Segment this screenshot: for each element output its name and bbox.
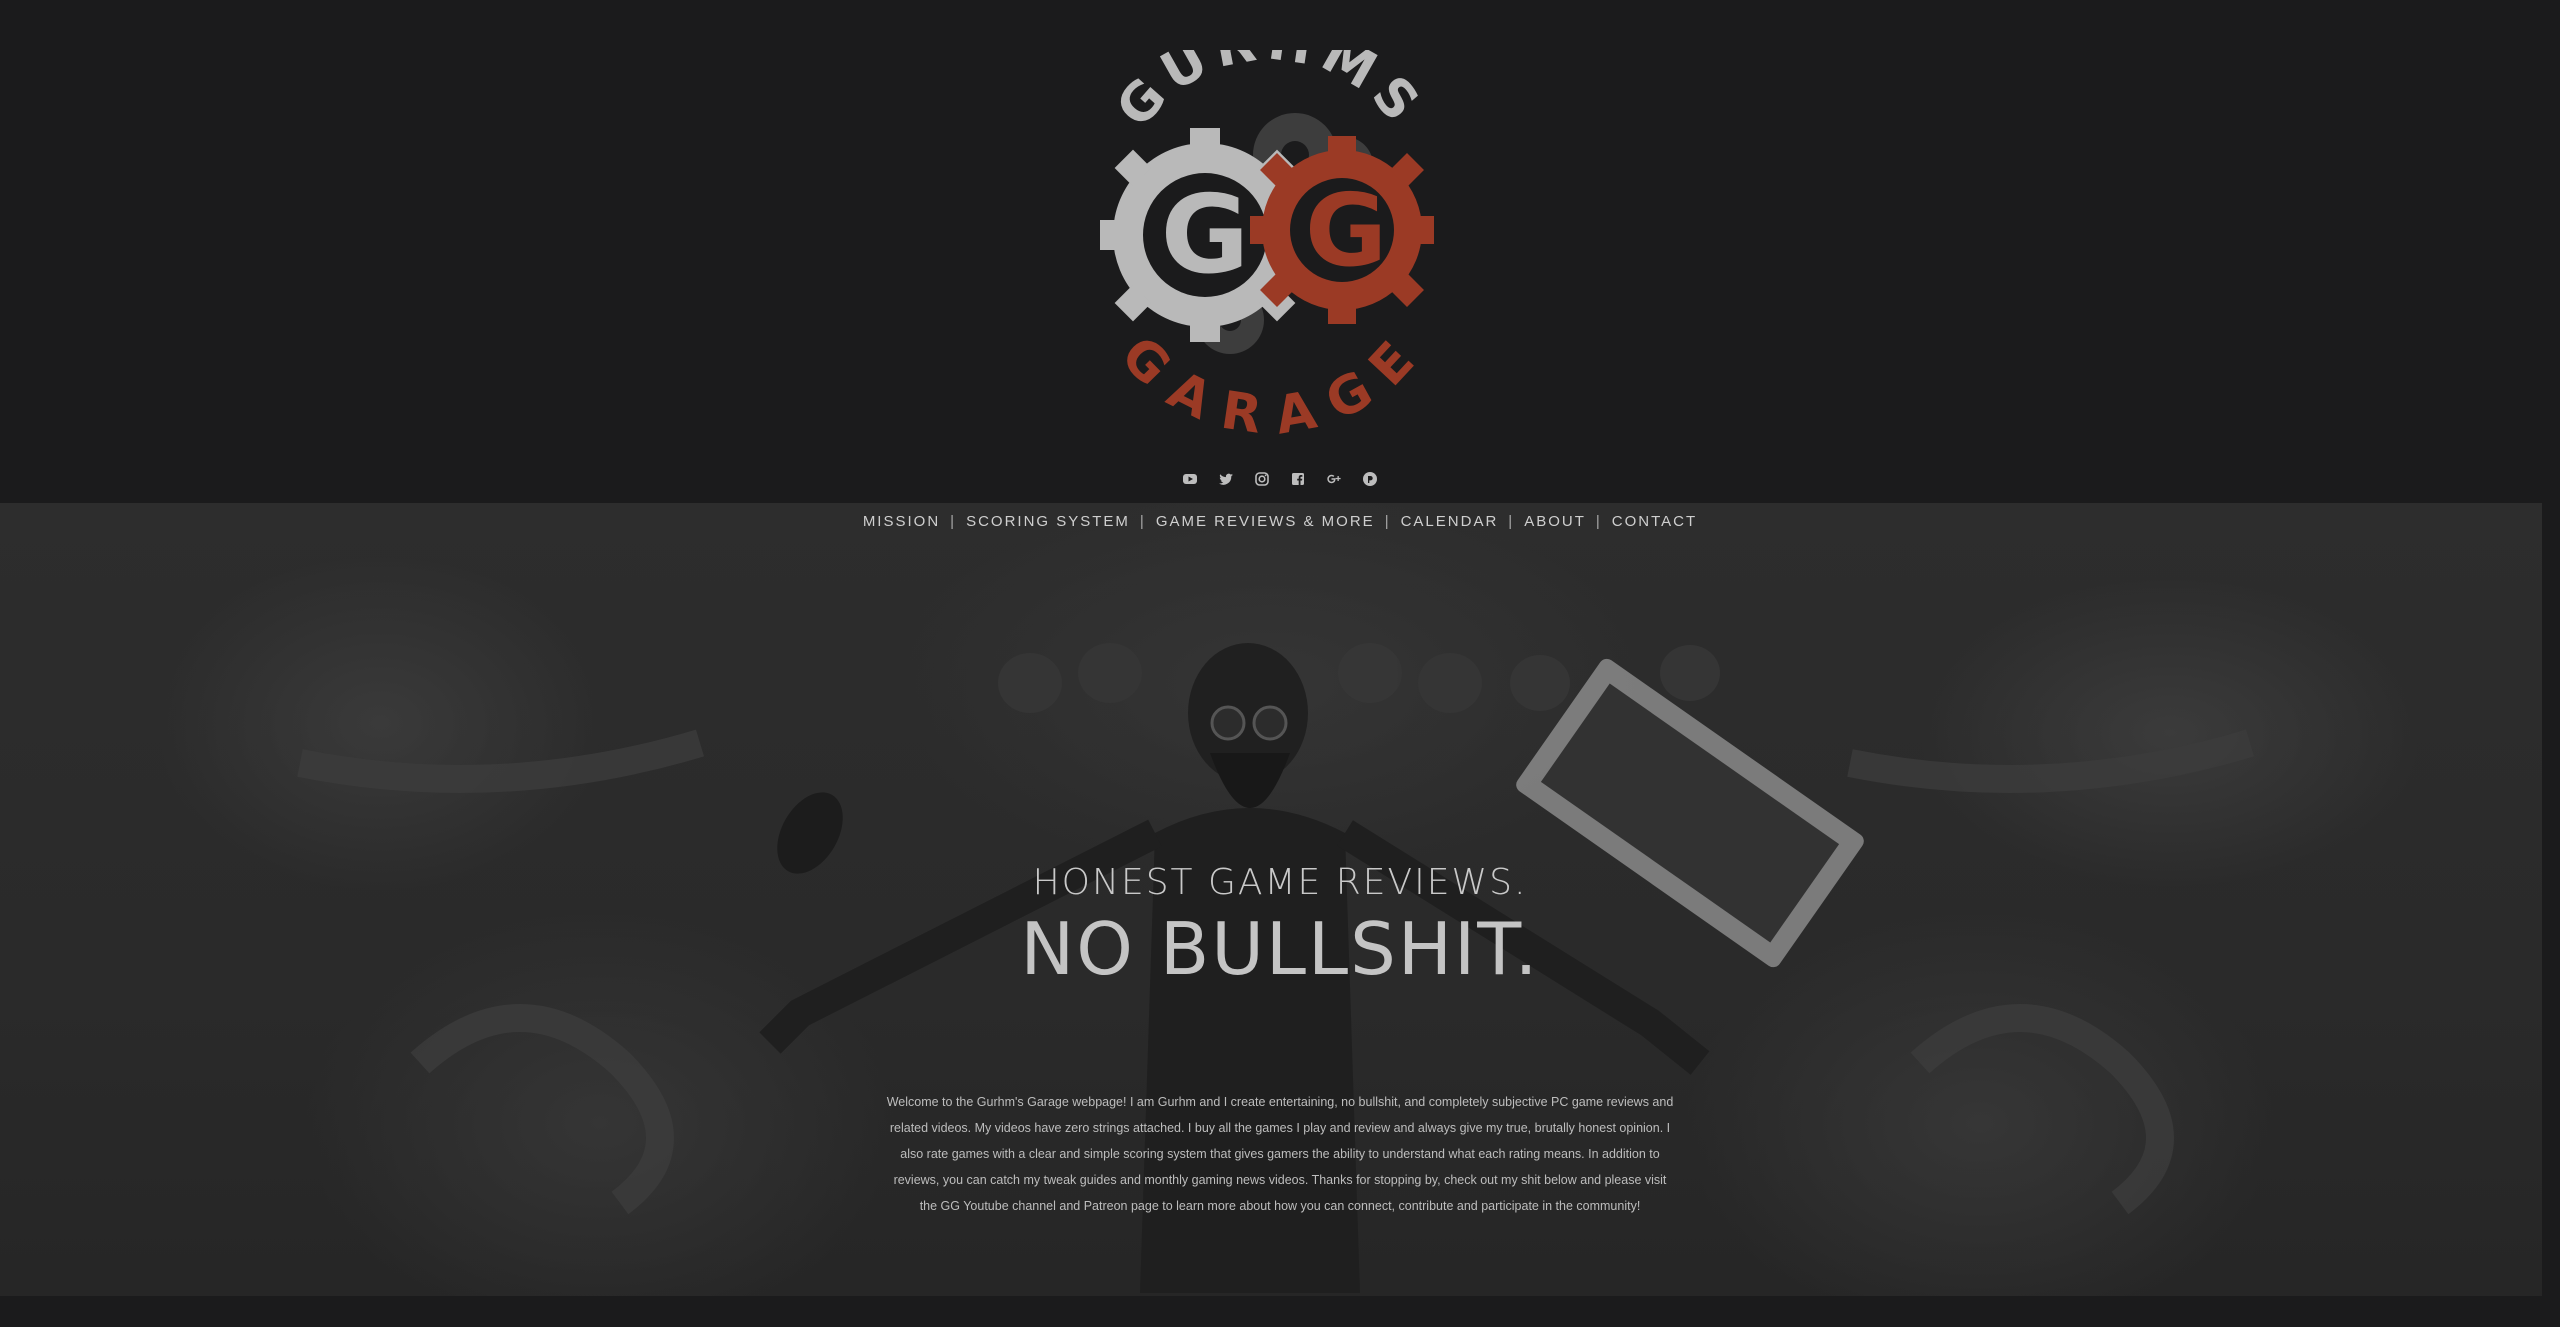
hero-intro-text: Welcome to the Gurhm's Garage webpage! I…	[886, 1094, 1674, 1213]
nav-separator: |	[1139, 513, 1146, 530]
svg-text:G: G	[1161, 173, 1250, 298]
red-gear-icon: G	[1250, 136, 1434, 324]
hero-tagline: HONEST GAME REVIEWS.	[1032, 862, 1528, 903]
nav-about[interactable]: ABOUT	[1524, 513, 1586, 530]
gurhms-garage-logo[interactable]: G G GURHMS GARAGE	[1080, 50, 1460, 440]
nav-separator: |	[1384, 513, 1391, 530]
nav-contact[interactable]: CONTACT	[1612, 513, 1697, 530]
svg-text:G: G	[1305, 172, 1387, 289]
logo-bottom-text: GARAGE	[1109, 325, 1432, 440]
twitter-icon[interactable]	[1217, 470, 1235, 488]
nav-mission[interactable]: MISSION	[863, 513, 940, 530]
hero-headline: NO BULLSHIT.	[1020, 907, 1540, 991]
nav-separator: |	[1595, 513, 1602, 530]
instagram-icon[interactable]	[1253, 470, 1271, 488]
nav-calendar[interactable]: CALENDAR	[1401, 513, 1499, 530]
google-plus-icon[interactable]	[1325, 470, 1343, 488]
facebook-icon[interactable]	[1289, 470, 1307, 488]
site-header: G G GURHMS GARAGE	[0, 0, 2560, 503]
social-links	[0, 470, 2560, 488]
nav-game-reviews[interactable]: GAME REVIEWS & MORE	[1156, 513, 1375, 530]
youtube-icon[interactable]	[1181, 470, 1199, 488]
main-nav: MISSION | SCORING SYSTEM | GAME REVIEWS …	[0, 513, 2560, 530]
nav-separator: |	[950, 513, 957, 530]
nav-separator: |	[1508, 513, 1515, 530]
patreon-icon[interactable]	[1361, 470, 1379, 488]
nav-scoring-system[interactable]: SCORING SYSTEM	[966, 513, 1130, 530]
